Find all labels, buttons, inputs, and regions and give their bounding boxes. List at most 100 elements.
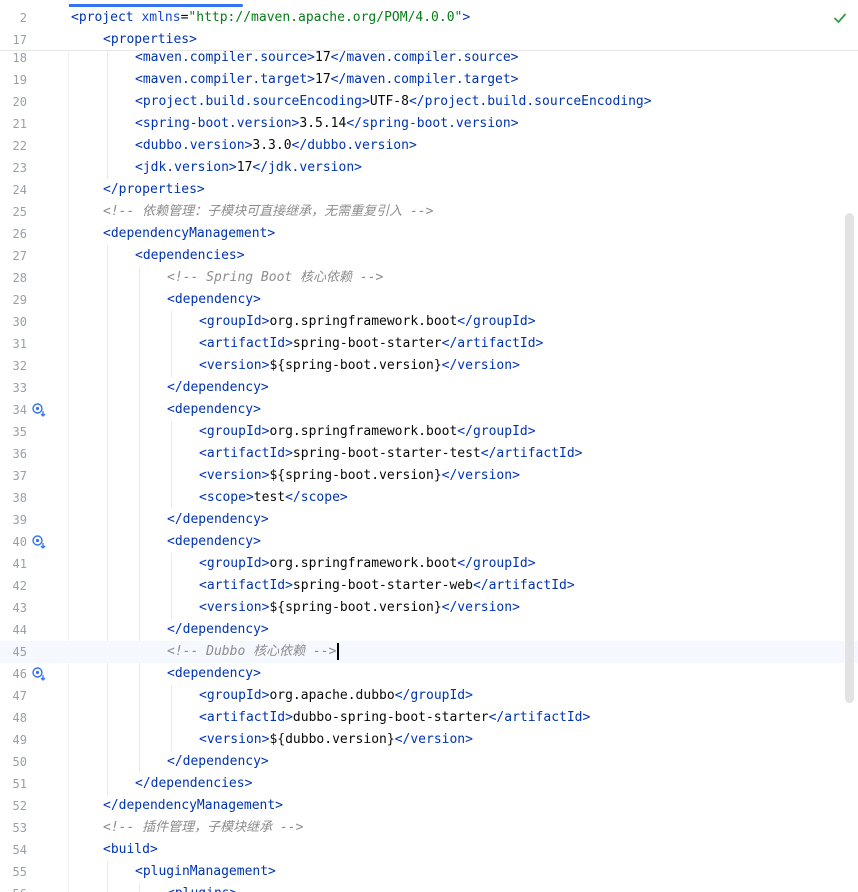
line-number[interactable]: 39 [0,509,27,531]
line-number[interactable]: 19 [0,69,27,91]
line-code[interactable]: <plugins> [167,883,237,892]
line-number[interactable]: 22 [0,135,27,157]
line-number[interactable]: 49 [0,729,27,751]
line-number[interactable]: 17 [0,29,27,51]
code-line[interactable]: 35 <groupId>org.springframework.boot</gro… [0,421,858,443]
line-number[interactable]: 20 [0,91,27,113]
line-code[interactable]: </dependency> [167,751,269,773]
line-code[interactable]: <dependencyManagement> [103,223,275,245]
line-code[interactable]: <scope>test</scope> [199,487,348,509]
code-line[interactable]: 31 <artifactId>spring-boot-starter</artif… [0,333,858,355]
line-code[interactable]: </dependency> [167,619,269,641]
line-number[interactable]: 25 [0,201,27,223]
line-code[interactable]: <groupId>org.springframework.boot</group… [199,421,536,443]
code-line[interactable]: 49 <version>${dubbo.version}</version> [0,729,858,751]
line-code[interactable]: <version>${spring-boot.version}</version… [199,465,520,487]
line-number[interactable]: 27 [0,245,27,267]
line-code[interactable]: <groupId>org.springframework.boot</group… [199,553,536,575]
line-code[interactable]: <!-- 依赖管理：子模块可直接继承，无需重复引入 --> [103,201,433,223]
line-number[interactable]: 24 [0,179,27,201]
code-line[interactable]: 52 </dependencyManagement> [0,795,858,817]
code-line[interactable]: 30 <groupId>org.springframework.boot</gro… [0,311,858,333]
line-code[interactable]: <build> [103,839,158,861]
code-line[interactable]: 32 <version>${spring-boot.version}</versi… [0,355,858,377]
line-code[interactable]: <dependency> [167,399,261,421]
code-line[interactable]: 33 </dependency> [0,377,858,399]
line-code[interactable]: <spring-boot.version>3.5.14</spring-boot… [135,113,519,135]
code-line[interactable]: 37 <version>${spring-boot.version}</versi… [0,465,858,487]
line-code[interactable]: </dependencies> [135,773,252,795]
line-number[interactable]: 54 [0,839,27,861]
line-number[interactable]: 28 [0,267,27,289]
code-line[interactable]: 48 <artifactId>dubbo-spring-boot-starter<… [0,707,858,729]
code-line[interactable]: 34 <dependency> [0,399,858,421]
line-number[interactable]: 32 [0,355,27,377]
line-number[interactable]: 52 [0,795,27,817]
override-gutter-icon[interactable] [31,666,47,682]
line-code[interactable]: <artifactId>spring-boot-starter-test</ar… [199,443,583,465]
line-code[interactable]: <!-- Spring Boot 核心依赖 --> [167,267,383,289]
line-number[interactable]: 56 [0,883,27,892]
line-code[interactable]: <version>${spring-boot.version}</version… [199,597,520,619]
line-number[interactable]: 31 [0,333,27,355]
line-number[interactable]: 38 [0,487,27,509]
code-line[interactable]: 44 </dependency> [0,619,858,641]
line-number[interactable]: 48 [0,707,27,729]
line-code[interactable]: </dependencyManagement> [103,795,283,817]
check-icon[interactable] [832,10,848,26]
line-code[interactable]: <dependency> [167,531,261,553]
line-code[interactable]: <dubbo.version>3.3.0</dubbo.version> [135,135,417,157]
code-line[interactable]: 26 <dependencyManagement> [0,223,858,245]
code-line[interactable]: 23 <jdk.version>17</jdk.version> [0,157,858,179]
line-code[interactable]: <version>${dubbo.version}</version> [199,729,473,751]
code-line[interactable]: 54 <build> [0,839,858,861]
line-code[interactable]: <version>${spring-boot.version}</version… [199,355,520,377]
line-number[interactable]: 50 [0,751,27,773]
override-gutter-icon[interactable] [31,402,47,418]
code-line[interactable]: 51 </dependencies> [0,773,858,795]
line-number[interactable]: 41 [0,553,27,575]
code-line-current[interactable]: 45 <!-- Dubbo 核心依赖 --> [0,641,858,663]
code-line[interactable]: 22 <dubbo.version>3.3.0</dubbo.version> [0,135,858,157]
override-gutter-icon[interactable] [31,534,47,550]
code-line[interactable]: 20 <project.build.sourceEncoding>UTF-8</p… [0,91,858,113]
line-code[interactable]: <maven.compiler.target>17</maven.compile… [135,69,519,91]
code-line[interactable]: 25 <!-- 依赖管理：子模块可直接继承，无需重复引入 --> [0,201,858,223]
line-code[interactable]: <jdk.version>17</jdk.version> [135,157,362,179]
code-line[interactable]: 28 <!-- Spring Boot 核心依赖 --> [0,267,858,289]
code-line[interactable]: 24 </properties> [0,179,858,201]
line-number[interactable]: 21 [0,113,27,135]
code-line[interactable]: 27 <dependencies> [0,245,858,267]
line-number[interactable]: 40 [0,531,27,553]
code-line[interactable]: 38 <scope>test</scope> [0,487,858,509]
line-code[interactable]: <!-- 插件管理，子模块继承 --> [103,817,303,839]
code-line[interactable]: 41 <groupId>org.springframework.boot</gro… [0,553,858,575]
code-line[interactable]: 46 <dependency> [0,663,858,685]
line-number[interactable]: 43 [0,597,27,619]
vertical-scrollbar-thumb[interactable] [845,213,854,703]
line-number[interactable]: 30 [0,311,27,333]
code-line[interactable]: 53 <!-- 插件管理，子模块继承 --> [0,817,858,839]
code-line[interactable]: 55 <pluginManagement> [0,861,858,883]
line-number[interactable]: 46 [0,663,27,685]
code-line[interactable]: 36 <artifactId>spring-boot-starter-test</… [0,443,858,465]
code-line[interactable]: 56 <plugins> [0,883,858,892]
line-code[interactable]: <dependencies> [135,245,245,267]
line-number[interactable]: 35 [0,421,27,443]
line-code[interactable]: <groupId>org.springframework.boot</group… [199,311,536,333]
line-number[interactable]: 36 [0,443,27,465]
line-code[interactable]: <groupId>org.apache.dubbo</groupId> [199,685,473,707]
code-line[interactable]: 47 <groupId>org.apache.dubbo</groupId> [0,685,858,707]
code-line[interactable]: 43 <version>${spring-boot.version}</versi… [0,597,858,619]
line-number[interactable]: 29 [0,289,27,311]
code-line[interactable]: 2 <project xmlns="http://maven.apache.org… [0,7,858,29]
line-number[interactable]: 45 [0,641,27,663]
line-code[interactable]: <project.build.sourceEncoding>UTF-8</pro… [135,91,652,113]
line-code[interactable]: <pluginManagement> [135,861,276,883]
line-code[interactable]: </properties> [103,179,205,201]
line-number[interactable]: 26 [0,223,27,245]
line-code[interactable]: </dependency> [167,509,269,531]
line-code[interactable]: <dependency> [167,289,261,311]
line-code[interactable]: <properties> [103,29,197,51]
line-number[interactable]: 47 [0,685,27,707]
